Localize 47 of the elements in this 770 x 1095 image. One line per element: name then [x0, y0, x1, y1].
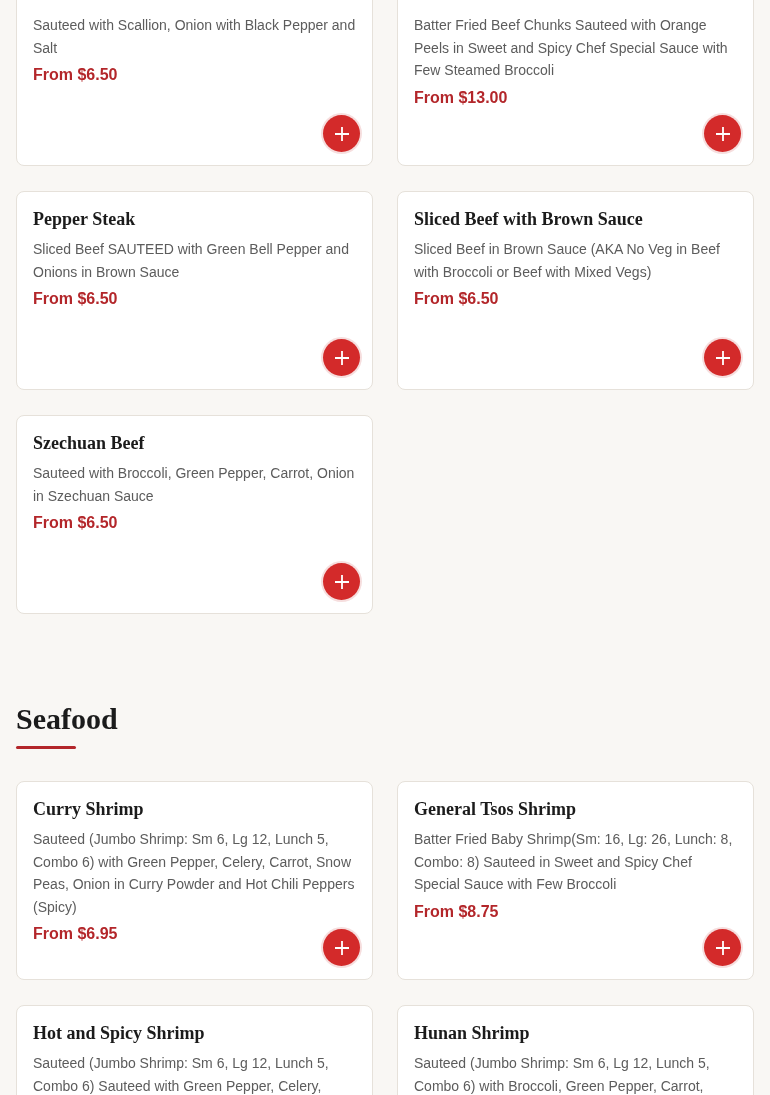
dish-description: Sauteed (Jumbo Shrimp: Sm 6, Lg 12, Lunch 5, Combo 6) with Broccoli, Green Pepper, Carrot, [414, 1054, 711, 1095]
dish-card[interactable]: Szechuan Beef Sauteed with Broccoli, Green Pepper, Carrot, Onion in Szechuan Sauce From $6.50 [16, 415, 373, 614]
dish-price: From $8.75 [414, 901, 500, 922]
dish-card[interactable]: Curry Shrimp Sauteed (Jumbo Shrimp: Sm 6, Lg 12, Lunch 5, Combo 6) with Green Pepper, Celery, Carrot, Snow Peas, Onion in Curry Powder and Hot Chili Peppers (Spicy) From $6.95 [16, 781, 373, 980]
dish-description: Sliced Beef in Brown Sauce (AKA No Veg in Beef with Broccoli or Beef with Mixed Vegs) [414, 240, 721, 282]
dish-name: Hot and Spicy Shrimp [33, 1022, 206, 1045]
dish-price: From $6.95 [33, 924, 119, 944]
plus-icon [714, 125, 731, 142]
dish-card[interactable]: Sliced Beef with Brown Sauce Sliced Beef in Brown Sauce (AKA No Veg in Beef with Broccoli or Beef with Mixed Vegs) From $6.50 [397, 191, 754, 390]
plus-icon [714, 939, 731, 956]
plus-icon [714, 349, 731, 366]
dish-card[interactable]: Sauteed with Scallion, Onion with Black Pepper and Salt From $6.50 [16, 0, 373, 166]
plus-icon [333, 939, 350, 956]
dish-name: Pepper Steak [33, 208, 137, 231]
dish-price: From $6.50 [33, 289, 119, 309]
plus-icon [333, 349, 350, 366]
add-button[interactable] [323, 563, 360, 600]
dish-card[interactable]: Batter Fried Beef Chunks Sauteed with Orange Peels in Sweet and Spicy Chef Special Sauce with Few Steamed Broccoli From $13.00 [397, 0, 754, 166]
dish-card[interactable]: Pepper Steak Sliced Beef SAUTEED with Green Bell Pepper and Onions in Brown Sauce From $6.50 [16, 191, 373, 390]
dish-price: From $6.50 [414, 289, 500, 309]
dish-name: Hunan Shrimp [414, 1022, 531, 1045]
add-button[interactable] [704, 339, 741, 376]
dish-name: Sliced Beef with Brown Sauce [414, 208, 644, 231]
dish-description: Batter Fried Baby Shrimp(Sm: 16, Lg: 26, Lunch: 8, Combo: 8) Sauteed in Sweet and Spicy Chef Special Sauce with Few Broccoli [414, 830, 734, 894]
dish-name: General Tsos Shrimp [414, 798, 578, 821]
add-button[interactable] [704, 929, 741, 966]
dish-price: From $13.00 [414, 87, 509, 108]
dish-name: Szechuan Beef [33, 432, 146, 455]
section-title: Seafood [16, 701, 119, 737]
dish-card[interactable]: General Tsos Shrimp Batter Fried Baby Shrimp(Sm: 16, Lg: 26, Lunch: 8, Combo: 8) Sauteed in Sweet and Spicy Chef Special Sauce with Few Broccoli From $8.75 [397, 781, 754, 980]
dish-description: Batter Fried Beef Chunks Sauteed with Orange Peels in Sweet and Spicy Chef Special Sauce with Few Steamed Broccoli [414, 16, 729, 80]
plus-icon [333, 573, 350, 590]
plus-icon [333, 125, 350, 142]
add-button[interactable] [704, 115, 741, 152]
dish-description: Sauteed (Jumbo Shrimp: Sm 6, Lg 12, Lunch 5, Combo 6) with Green Pepper, Celery, Carrot, Snow Peas, Onion in Curry Powder and Hot Chili Peppers (Spicy) [33, 830, 356, 917]
dish-name: Curry Shrimp [33, 798, 145, 821]
dish-card[interactable]: Hunan Shrimp Sauteed (Jumbo Shrimp: Sm 6, Lg 12, Lunch 5, Combo 6) with Broccoli, Green Pepper, Carrot, [397, 1005, 754, 1095]
dish-description: Sliced Beef SAUTEED with Green Bell Pepper and Onions in Brown Sauce [33, 240, 350, 282]
dish-description: Sauteed (Jumbo Shrimp: Sm 6, Lg 12, Lunch 5, Combo 6) Sauteed with Green Pepper, Celery, [33, 1054, 330, 1095]
add-button[interactable] [323, 929, 360, 966]
dish-price: From $6.50 [33, 65, 119, 85]
add-button[interactable] [323, 339, 360, 376]
dish-price: From $6.50 [33, 513, 119, 533]
dish-card[interactable]: Hot and Spicy Shrimp Sauteed (Jumbo Shrimp: Sm 6, Lg 12, Lunch 5, Combo 6) Sauteed with Green Pepper, Celery, [16, 1005, 373, 1095]
dish-description: Sauteed with Scallion, Onion with Black Pepper and Salt [33, 16, 356, 58]
dish-description: Sauteed with Broccoli, Green Pepper, Carrot, Onion in Szechuan Sauce [33, 464, 356, 506]
add-button[interactable] [323, 115, 360, 152]
